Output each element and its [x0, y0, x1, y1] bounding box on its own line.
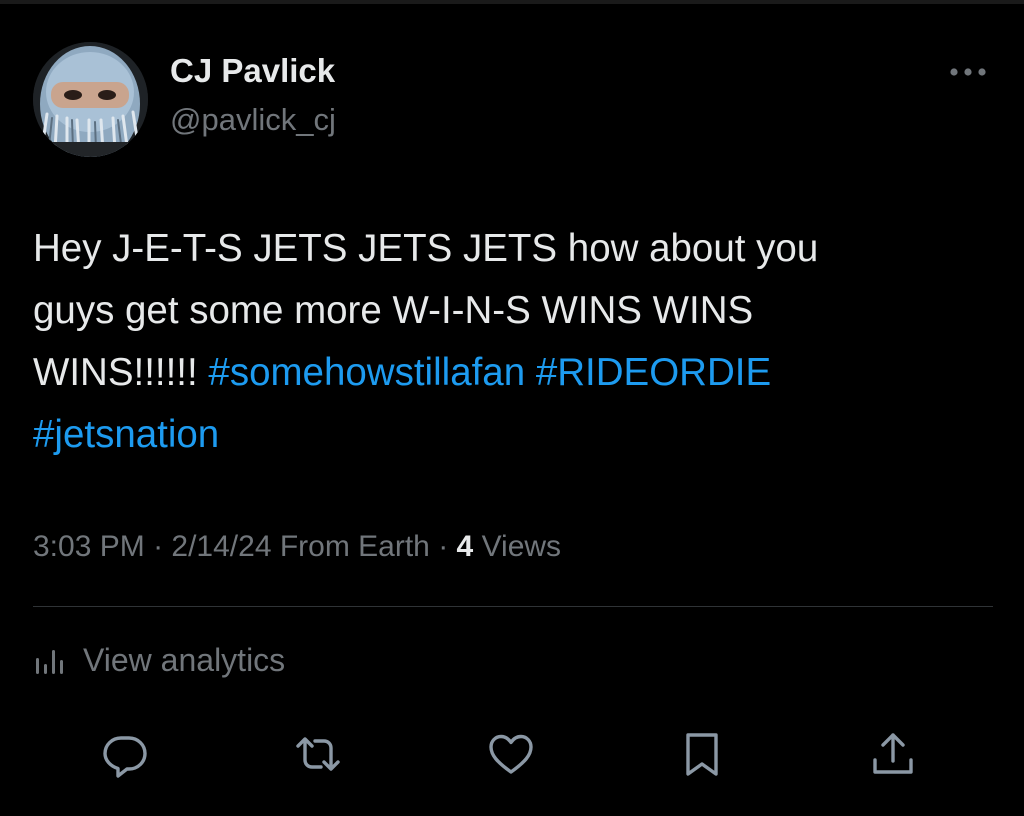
hashtag-link[interactable]: #somehowstillafan	[208, 351, 525, 394]
tweet-time[interactable]: 3:03 PM	[33, 530, 145, 563]
share-icon	[873, 733, 913, 774]
tweet-text-line: WINS!!!!!! #somehowstillafan #RIDEORDIE	[33, 342, 983, 404]
share-button[interactable]	[867, 728, 919, 780]
tweet-text-line: Hey J-E-T-S JETS JETS JETS how about you	[33, 227, 819, 270]
meta-separator: ·	[429, 530, 457, 563]
view-analytics-label: View analytics	[83, 641, 286, 678]
meta-separator: ·	[144, 530, 172, 563]
view-analytics-link[interactable]: View analytics	[33, 635, 285, 685]
tweet-text-fragment: WINS!!!!!!	[33, 351, 209, 394]
retweet-icon	[296, 737, 340, 771]
hashtag-link[interactable]: #RIDEORDIE	[536, 351, 771, 394]
top-border	[0, 0, 1024, 4]
avatar-photo-icon	[33, 42, 148, 157]
reply-icon	[103, 736, 147, 778]
analytics-bars-icon	[36, 650, 63, 674]
more-dots-icon[interactable]	[946, 60, 990, 84]
display-name[interactable]: CJ Pavlick	[170, 52, 335, 90]
tweet-text: Hey J-E-T-S JETS JETS JETS how about you…	[33, 218, 983, 466]
tweet-source: From Earth	[271, 530, 430, 563]
bookmark-icon	[686, 733, 718, 776]
heart-icon	[489, 734, 533, 774]
avatar[interactable]	[33, 42, 148, 157]
tweet-text-line: #jetsnation	[33, 404, 983, 466]
user-handle[interactable]: @pavlick_cj	[170, 102, 336, 138]
views-count: 4	[456, 530, 474, 563]
like-button[interactable]	[485, 728, 537, 780]
tweet-text-line: guys get some more W-I-N-S WINS WINS	[33, 289, 754, 332]
retweet-button[interactable]	[292, 728, 344, 780]
bookmark-button[interactable]	[676, 728, 728, 780]
views-label: Views	[473, 530, 562, 563]
tweet-date[interactable]: 2/14/24	[171, 530, 271, 563]
divider	[33, 606, 993, 607]
hashtag-link[interactable]: #jetsnation	[33, 413, 219, 456]
reply-button[interactable]	[99, 728, 151, 780]
tweet-meta: 3:03 PM · 2/14/24 From Earth · 4 Views	[33, 530, 561, 564]
